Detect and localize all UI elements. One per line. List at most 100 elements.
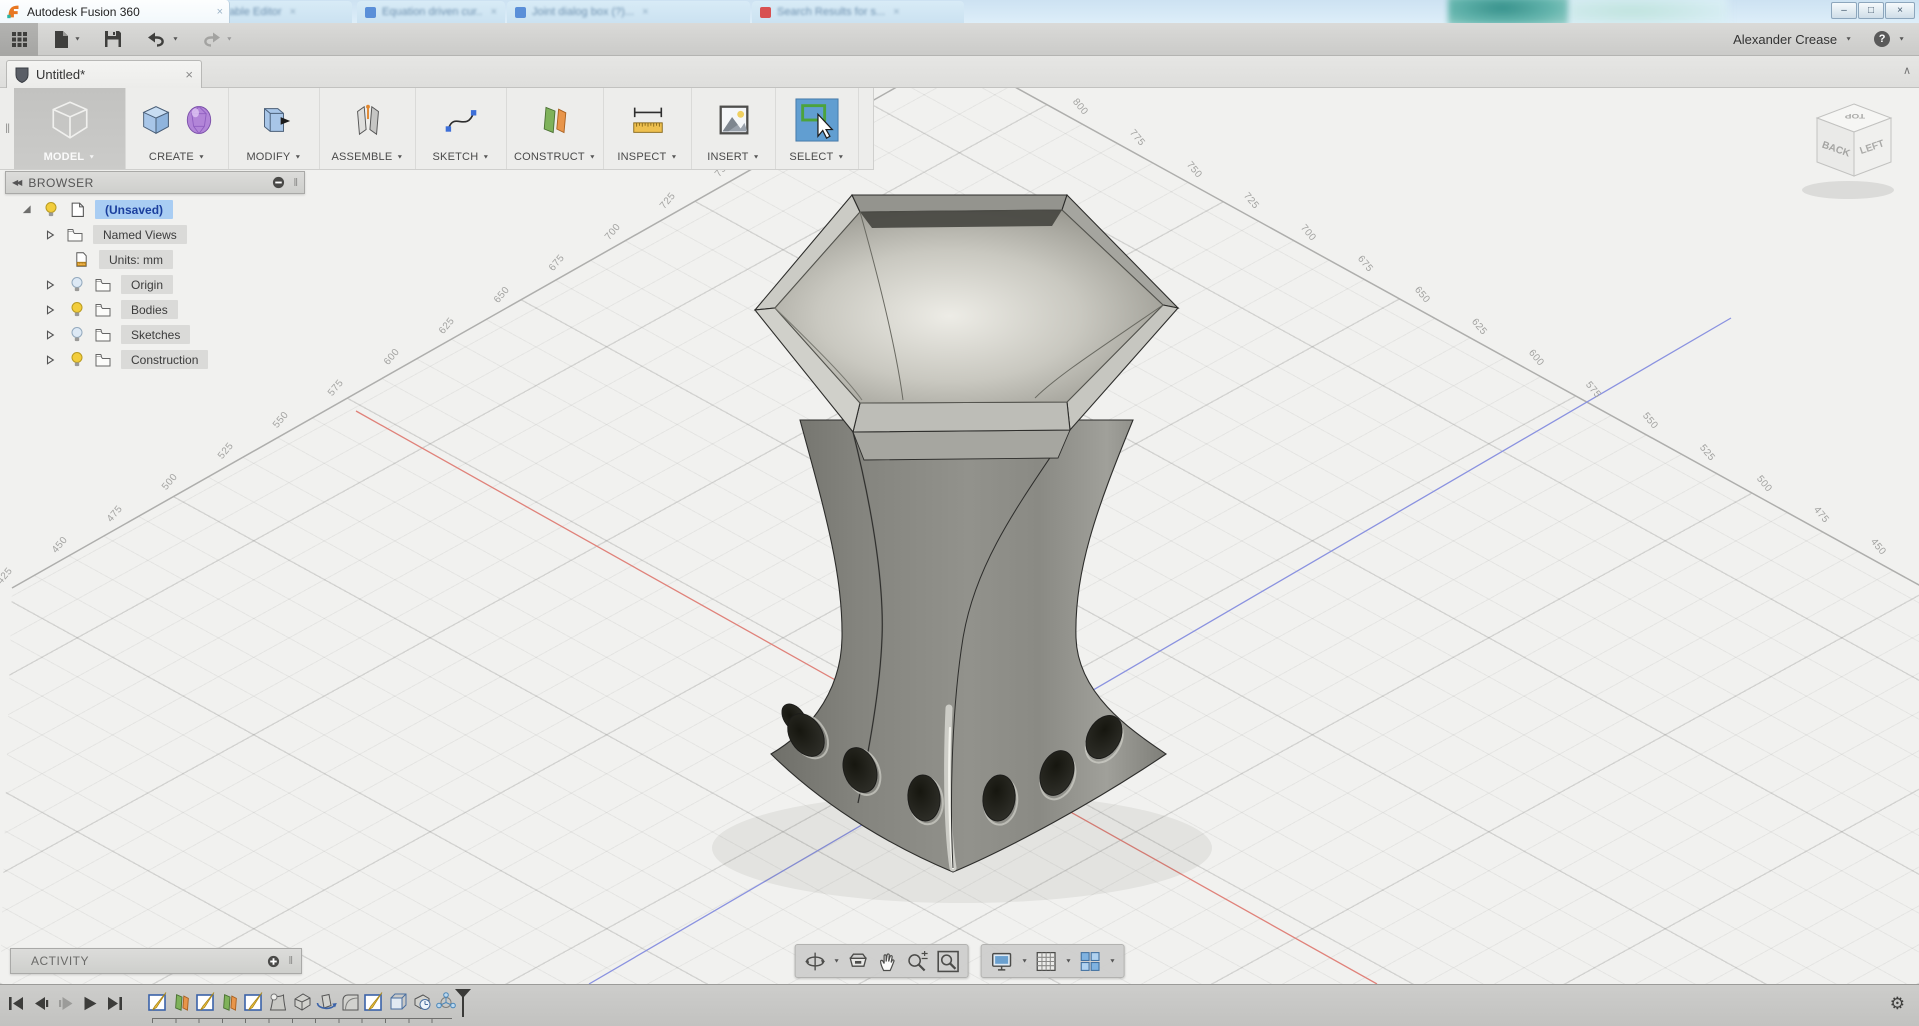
browser-item-label[interactable]: Named Views: [93, 225, 187, 244]
3d-viewport[interactable]: 8258258008007757757507507257257007006756…: [0, 88, 1919, 984]
step-back-button[interactable]: [33, 996, 49, 1011]
ribbon-menu-label[interactable]: SKETCH▼: [433, 151, 490, 163]
active-app-tab[interactable]: Autodesk Fusion 360 ×: [0, 0, 230, 23]
skip-start-button[interactable]: [8, 996, 24, 1011]
ribbon-menu-create[interactable]: CREATE▼: [126, 88, 229, 169]
ribbon-menu-label[interactable]: ASSEMBLE▼: [331, 151, 403, 163]
display-settings-caret-icon[interactable]: ▼: [1021, 958, 1028, 964]
ribbon-menu-sketch[interactable]: SKETCH▼: [416, 88, 507, 169]
ribbon-menu-construct[interactable]: CONSTRUCT▼: [507, 88, 604, 169]
ribbon-menu-label[interactable]: INSERT▼: [707, 151, 759, 163]
background-browser-tab[interactable]: Equation driven cur...×: [357, 1, 505, 23]
create-cube-icon[interactable]: [137, 101, 175, 139]
panel-grip-icon[interactable]: ‖: [288, 955, 293, 967]
viewports-caret-icon[interactable]: ▼: [1109, 958, 1116, 964]
expanded-twist-icon[interactable]: [17, 204, 35, 215]
viewports-icon[interactable]: [1079, 950, 1102, 973]
timeline-feature-plane[interactable]: [171, 990, 193, 1014]
close-tab-icon[interactable]: ×: [290, 6, 296, 18]
undo-dropdown-caret-icon[interactable]: ▼: [172, 36, 179, 42]
pan-icon[interactable]: [877, 950, 899, 973]
select-icon[interactable]: [795, 98, 839, 142]
zoom-icon[interactable]: [906, 950, 930, 973]
ribbon-menu-select[interactable]: SELECT▼: [776, 88, 859, 169]
ribbon-menu-label[interactable]: MODEL▼: [44, 151, 96, 163]
browser-panel-header[interactable]: ◀◀ BROWSER ‖: [5, 171, 305, 194]
construct-icon[interactable]: [537, 101, 573, 139]
browser-item-sketches[interactable]: Sketches: [5, 325, 305, 344]
ribbon-menu-insert[interactable]: INSERT▼: [692, 88, 776, 169]
timeline-feature-box[interactable]: [387, 990, 409, 1014]
ribbon-menu-label[interactable]: MODIFY▼: [246, 151, 301, 163]
maximize-button[interactable]: □: [1858, 2, 1884, 19]
insert-icon[interactable]: [715, 101, 753, 139]
ribbon-menu-inspect[interactable]: INSPECT▼: [604, 88, 692, 169]
ribbon-menu-assemble[interactable]: ASSEMBLE▼: [320, 88, 416, 169]
viewcube[interactable]: TOP BACK LEFT: [1793, 94, 1919, 206]
toolbar-collapse-icon[interactable]: ∧: [1903, 64, 1911, 77]
modify-icon[interactable]: [255, 101, 293, 139]
assemble-icon[interactable]: [349, 100, 387, 140]
sketch-icon[interactable]: [442, 102, 480, 138]
add-activity-icon[interactable]: [267, 955, 280, 968]
browser-item-label[interactable]: Bodies: [121, 300, 178, 319]
save-button[interactable]: [105, 31, 121, 47]
browser-item-label[interactable]: (Unsaved): [95, 200, 173, 219]
look-at-icon[interactable]: [847, 950, 870, 973]
collapsed-twist-icon[interactable]: [41, 229, 59, 241]
browser-item-bodies[interactable]: Bodies: [5, 300, 305, 319]
timeline-feature-fillet[interactable]: [339, 990, 361, 1014]
collapsed-twist-icon[interactable]: [41, 329, 59, 341]
model-icon[interactable]: [47, 99, 93, 141]
user-dropdown-caret-icon[interactable]: ▼: [1845, 36, 1852, 42]
document-tab[interactable]: Untitled* ×: [6, 60, 202, 88]
browser-item-label[interactable]: Construction: [121, 350, 208, 369]
collapsed-twist-icon[interactable]: [41, 279, 59, 291]
panel-grip-icon[interactable]: ‖: [293, 177, 298, 189]
redo-button[interactable]: [201, 32, 221, 47]
close-tab-icon[interactable]: ×: [217, 6, 223, 18]
undo-button[interactable]: [147, 32, 167, 47]
ribbon-menu-label[interactable]: INSPECT▼: [617, 151, 677, 163]
close-tab-icon[interactable]: ×: [642, 6, 648, 18]
browser-item-named-views[interactable]: Named Views: [5, 225, 305, 244]
create-gem-icon[interactable]: [181, 101, 217, 139]
ribbon-menu-label[interactable]: SELECT▼: [789, 151, 844, 163]
file-button[interactable]: [54, 31, 69, 48]
skip-end-button[interactable]: [107, 996, 123, 1011]
background-browser-tab[interactable]: Joint dialog box (?)...×: [507, 1, 750, 23]
ribbon-menu-modify[interactable]: MODIFY▼: [229, 88, 320, 169]
close-tab-icon[interactable]: ×: [893, 6, 899, 18]
collapsed-twist-icon[interactable]: [41, 304, 59, 316]
timeline-feature-circular-pattern[interactable]: [411, 990, 433, 1014]
visibility-bulb-on-icon[interactable]: [41, 201, 61, 218]
grid-settings-icon[interactable]: [1035, 950, 1058, 973]
collapse-panel-icon[interactable]: ◀◀: [12, 178, 20, 187]
close-tab-icon[interactable]: ×: [491, 6, 497, 18]
timeline-feature-sketch[interactable]: [195, 990, 217, 1014]
activity-bar[interactable]: ACTIVITY ‖: [10, 948, 302, 974]
play-button[interactable]: [83, 996, 98, 1011]
timeline-feature-plane[interactable]: [219, 990, 241, 1014]
background-browser-tab[interactable]: Search Results for s...×: [752, 1, 964, 23]
browser-item-construction[interactable]: Construction: [5, 350, 305, 369]
user-name[interactable]: Alexander Crease: [1733, 32, 1837, 47]
remove-panel-icon[interactable]: [272, 176, 285, 189]
timeline-feature-sketch[interactable]: [363, 990, 385, 1014]
timeline-feature-loft[interactable]: [267, 990, 289, 1014]
collapsed-twist-icon[interactable]: [41, 354, 59, 366]
browser-item-label[interactable]: Sketches: [121, 325, 190, 344]
ribbon-menu-label[interactable]: CONSTRUCT▼: [514, 151, 596, 163]
inspect-icon[interactable]: [627, 101, 669, 139]
close-document-icon[interactable]: ×: [185, 67, 193, 82]
settings-gear-icon[interactable]: ⚙: [1890, 995, 1905, 1012]
grid-settings-caret-icon[interactable]: ▼: [1065, 958, 1072, 964]
timeline-feature-sketch[interactable]: [243, 990, 265, 1014]
help-button[interactable]: ?: [1874, 31, 1890, 47]
redo-dropdown-caret-icon[interactable]: ▼: [226, 36, 233, 42]
visibility-bulb-off-icon[interactable]: [67, 326, 87, 343]
minimize-button[interactable]: –: [1831, 2, 1857, 19]
orbit-icon[interactable]: [803, 950, 826, 973]
visibility-bulb-off-icon[interactable]: [67, 276, 87, 293]
fit-zoom-icon[interactable]: [937, 950, 960, 973]
